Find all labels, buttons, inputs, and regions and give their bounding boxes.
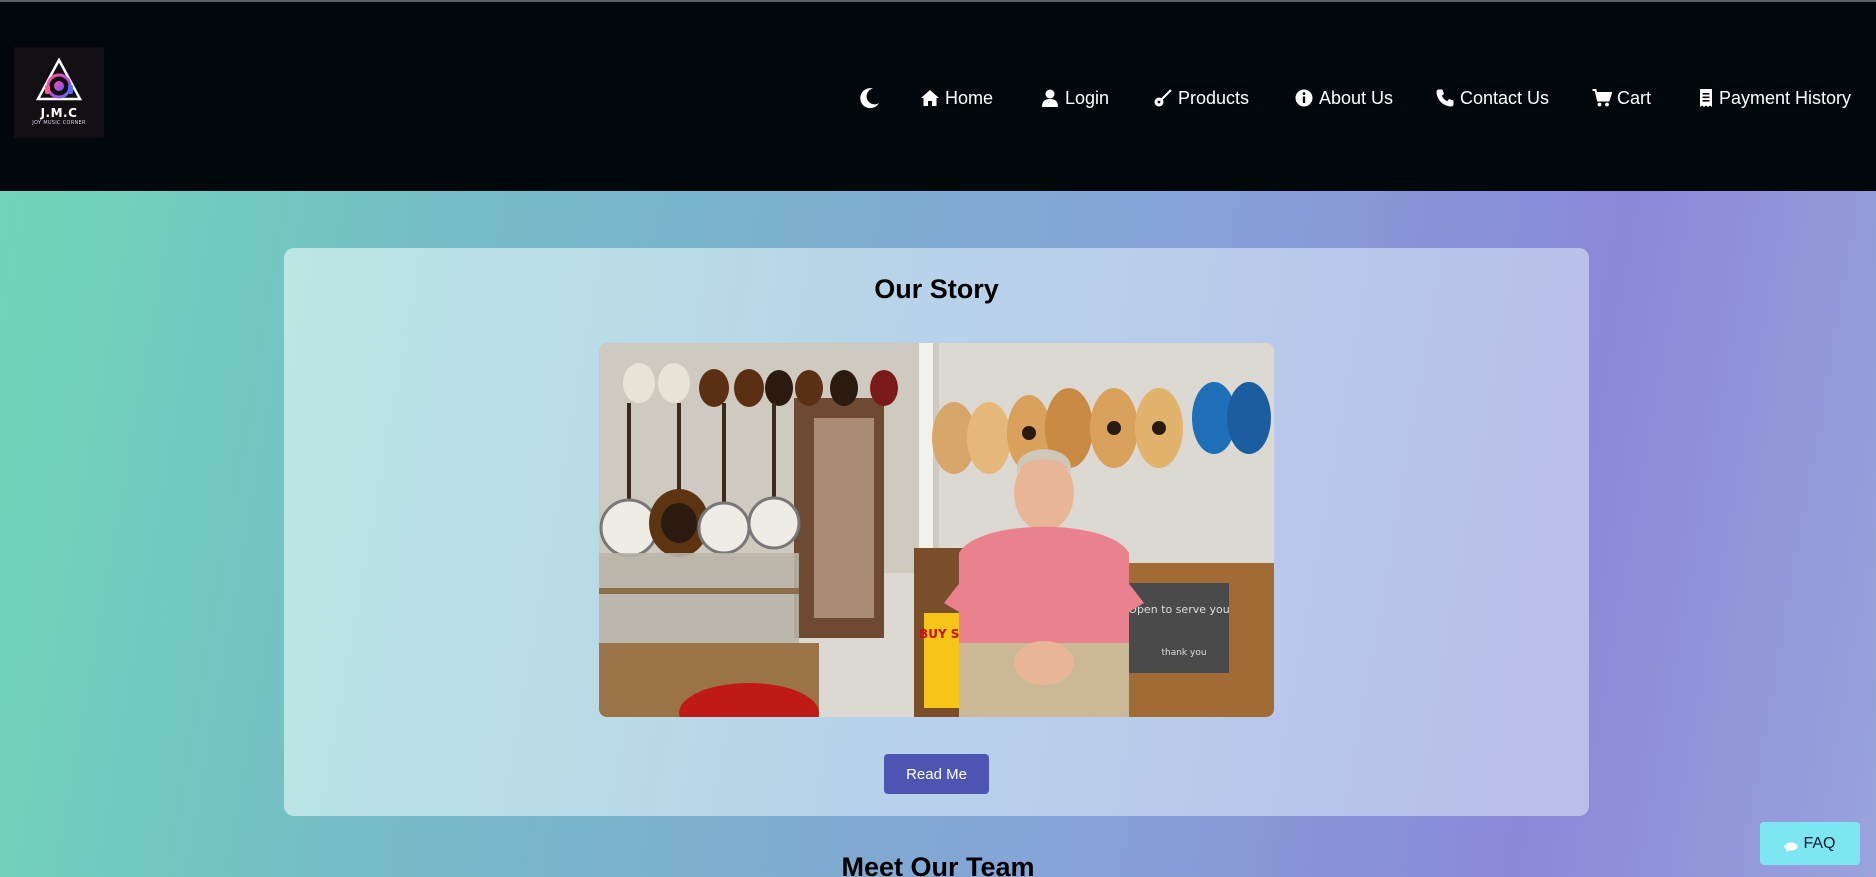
our-story-card: Our Story Open to serve you thank you BU… xyxy=(284,248,1589,816)
faq-button[interactable]: FAQ xyxy=(1760,822,1860,865)
shop-owner-photo: Open to serve you thank you BUY SELL xyxy=(599,343,1274,717)
site-logo[interactable]: J.M.C JOY MUSIC CORNER xyxy=(14,47,104,138)
read-me-button[interactable]: Read Me xyxy=(884,754,989,794)
team-heading: Meet Our Team xyxy=(841,852,1035,877)
guitar-icon xyxy=(1153,88,1173,108)
info-circle-icon xyxy=(1294,88,1314,108)
logo-text: J.M.C xyxy=(40,106,78,120)
nav-about-us[interactable]: About Us xyxy=(1294,86,1393,110)
nav-home[interactable]: Home xyxy=(920,86,993,110)
navbar: J.M.C JOY MUSIC CORNER Home Login Produc… xyxy=(0,2,1876,191)
story-title: Our Story xyxy=(874,274,999,304)
receipt-icon xyxy=(1698,88,1714,108)
shop-sign-subtext: thank you xyxy=(1161,648,1206,658)
faq-label: FAQ xyxy=(1803,834,1836,852)
nav-home-label: Home xyxy=(945,87,994,108)
nav-payment-history[interactable]: Payment History xyxy=(1698,86,1851,110)
nav-cart-label: Cart xyxy=(1617,87,1652,108)
home-icon xyxy=(920,88,940,108)
nav-login-label: Login xyxy=(1065,87,1110,108)
phone-icon xyxy=(1435,88,1455,108)
nav-about-us-label: About Us xyxy=(1319,87,1394,108)
nav-products-label: Products xyxy=(1178,87,1250,108)
moon-icon xyxy=(860,88,879,109)
chat-bubble-icon xyxy=(1784,839,1798,852)
theme-toggle-button[interactable] xyxy=(858,86,882,110)
logo-subtext: JOY MUSIC CORNER xyxy=(32,120,86,126)
nav-contact-us[interactable]: Contact Us xyxy=(1435,86,1549,110)
user-icon xyxy=(1040,88,1060,108)
nav-payment-history-label: Payment History xyxy=(1719,87,1852,108)
nav-cart[interactable]: Cart xyxy=(1592,86,1651,110)
nav-contact-us-label: Contact Us xyxy=(1460,87,1550,108)
nav-login[interactable]: Login xyxy=(1040,86,1109,110)
cart-icon xyxy=(1592,88,1612,108)
shop-sign-text: Open to serve you xyxy=(1128,603,1229,616)
nav-products[interactable]: Products xyxy=(1153,86,1249,110)
